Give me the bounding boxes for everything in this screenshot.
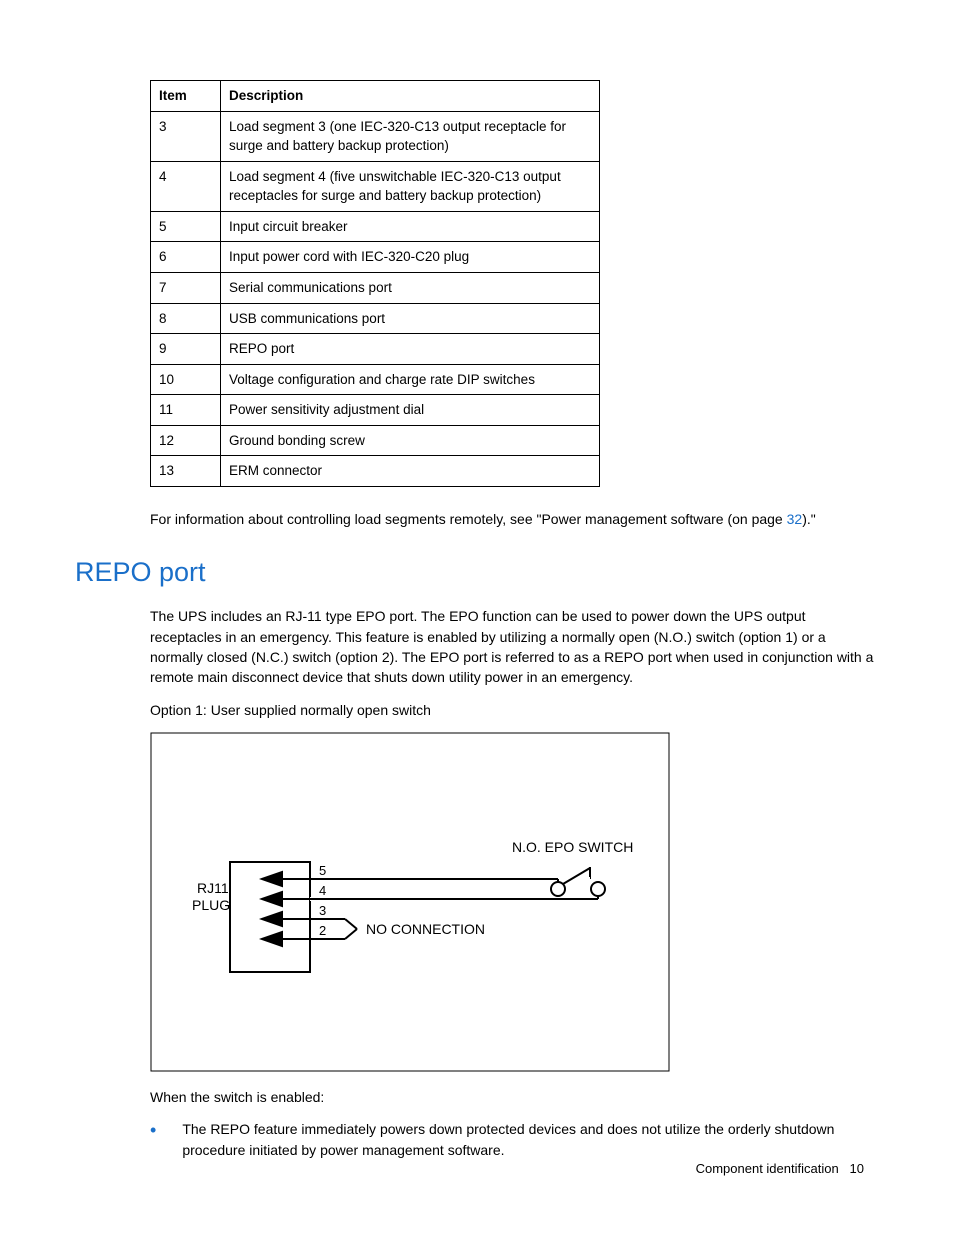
cell-item: 7 (151, 272, 221, 303)
pin-2-label: 2 (319, 923, 326, 938)
cell-description: USB communications port (221, 303, 600, 334)
para1-pre: For information about controlling load s… (150, 511, 787, 527)
component-table: Item Description 3Load segment 3 (one IE… (150, 80, 600, 487)
table-row: 8USB communications port (151, 303, 600, 334)
th-item: Item (151, 81, 221, 112)
cell-description: REPO port (221, 334, 600, 365)
cell-item: 5 (151, 211, 221, 242)
section-heading-repo-port: REPO port (75, 553, 879, 592)
pin-5-label: 5 (319, 863, 326, 878)
footer-section: Component identification (696, 1161, 839, 1176)
cell-item: 13 (151, 456, 221, 487)
link-page-32[interactable]: 32 (787, 511, 803, 527)
cell-item: 6 (151, 242, 221, 273)
th-description: Description (221, 81, 600, 112)
bullet-item-1: • The REPO feature immediately powers do… (150, 1119, 879, 1160)
cell-description: Input power cord with IEC-320-C20 plug (221, 242, 600, 273)
table-row: 6Input power cord with IEC-320-C20 plug (151, 242, 600, 273)
cell-item: 4 (151, 161, 221, 211)
table-row: 5Input circuit breaker (151, 211, 600, 242)
para1-post: )." (802, 511, 816, 527)
bullet-text-1: The REPO feature immediately powers down… (182, 1119, 879, 1160)
cell-item: 3 (151, 111, 221, 161)
cell-item: 11 (151, 395, 221, 426)
table-row: 11Power sensitivity adjustment dial (151, 395, 600, 426)
cell-item: 8 (151, 303, 221, 334)
cell-description: Ground bonding screw (221, 425, 600, 456)
para-load-segments: For information about controlling load s… (150, 509, 879, 529)
cell-description: Load segment 3 (one IEC-320-C13 output r… (221, 111, 600, 161)
cell-item: 9 (151, 334, 221, 365)
no-connection-label: NO CONNECTION (366, 921, 485, 937)
cell-item: 10 (151, 364, 221, 395)
table-row: 10Voltage configuration and charge rate … (151, 364, 600, 395)
cell-description: Power sensitivity adjustment dial (221, 395, 600, 426)
rj11-label-line2: PLUG (192, 897, 230, 913)
cell-description: Voltage configuration and charge rate DI… (221, 364, 600, 395)
cell-description: Input circuit breaker (221, 211, 600, 242)
table-row: 12Ground bonding screw (151, 425, 600, 456)
table-row: 3Load segment 3 (one IEC-320-C13 output … (151, 111, 600, 161)
cell-item: 12 (151, 425, 221, 456)
footer-page-number: 10 (850, 1161, 864, 1176)
cell-description: Load segment 4 (five unswitchable IEC-32… (221, 161, 600, 211)
para-repo-description: The UPS includes an RJ-11 type EPO port.… (150, 606, 879, 687)
option-caption: Option 1: User supplied normally open sw… (150, 700, 879, 720)
repo-wiring-diagram: RJ11 PLUG 5 4 3 2 (150, 732, 879, 1077)
rj11-label-line1: RJ11 (197, 880, 229, 896)
table-row: 4Load segment 4 (five unswitchable IEC-3… (151, 161, 600, 211)
para-switch-enabled: When the switch is enabled: (150, 1087, 879, 1107)
cell-description: ERM connector (221, 456, 600, 487)
no-epo-switch-label: N.O. EPO SWITCH (512, 839, 633, 855)
table-row: 9REPO port (151, 334, 600, 365)
table-row: 13ERM connector (151, 456, 600, 487)
pin-3-label: 3 (319, 903, 326, 918)
pin-4-label: 4 (319, 883, 326, 898)
bullet-icon: • (150, 1121, 156, 1139)
table-row: 7Serial communications port (151, 272, 600, 303)
page-footer: Component identification 10 (696, 1160, 864, 1179)
cell-description: Serial communications port (221, 272, 600, 303)
